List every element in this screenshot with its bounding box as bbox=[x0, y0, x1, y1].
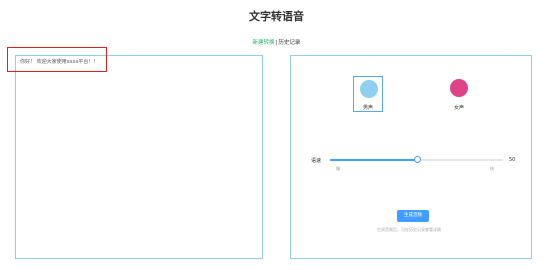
male-voice-option[interactable]: 男声 bbox=[353, 76, 383, 112]
speed-value: 50 bbox=[509, 157, 516, 163]
page-title: 文字转语音 bbox=[249, 10, 304, 23]
speed-slider-thumb[interactable] bbox=[413, 156, 421, 163]
generate-hint: 生成音频后，可在历史记录查看详情 bbox=[377, 227, 441, 232]
male-avatar-icon bbox=[360, 80, 378, 98]
male-voice-label: 男声 bbox=[362, 105, 373, 111]
female-avatar-icon[interactable] bbox=[450, 79, 468, 97]
tab-bar: 新建转换|历史记录 bbox=[0, 38, 553, 46]
speed-max-label: 快 bbox=[490, 166, 494, 171]
tab-history[interactable]: 历史记录 bbox=[278, 40, 300, 46]
text-input-content[interactable]: 你好！ 欢迎大家使用xxxx平台！！ bbox=[20, 58, 98, 65]
tts-page: 文字转语音 新建转换|历史记录 你好！ 欢迎大家使用xxxx平台！！ 男声 女声… bbox=[0, 0, 553, 271]
text-input-panel[interactable] bbox=[15, 55, 263, 259]
tab-new-conversion[interactable]: 新建转换 bbox=[253, 40, 275, 46]
speed-min-label: 慢 bbox=[336, 166, 340, 171]
female-voice-label[interactable]: 女声 bbox=[444, 104, 474, 111]
speed-slider[interactable] bbox=[330, 156, 503, 163]
speed-slider-fill bbox=[330, 159, 417, 161]
generate-audio-button[interactable]: 生成音频 bbox=[397, 210, 429, 222]
speed-label: 语速 bbox=[311, 158, 322, 164]
